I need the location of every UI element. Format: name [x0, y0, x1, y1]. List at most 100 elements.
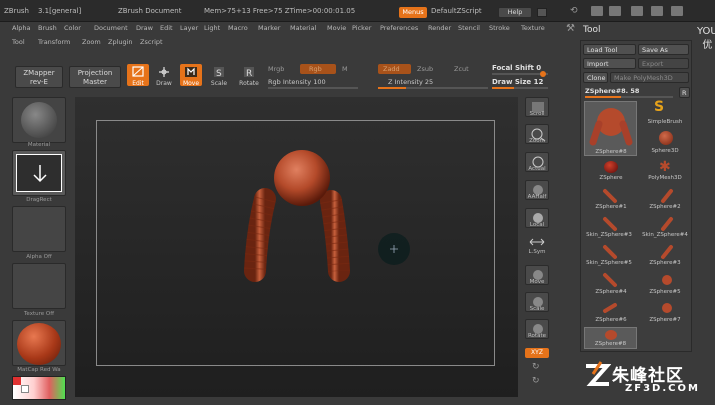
menu-brush[interactable]: Brush	[38, 24, 57, 32]
z-intensity-track[interactable]	[378, 87, 488, 89]
zsphere1-icon[interactable]	[601, 187, 621, 205]
menu-tool[interactable]: Tool	[12, 38, 25, 46]
tool-item-zsphere8[interactable]: ZSphere#8	[584, 327, 637, 349]
menu-marker[interactable]: Marker	[258, 24, 280, 32]
xyz-button[interactable]: XYZ	[525, 348, 549, 358]
maximize-icon[interactable]	[651, 6, 663, 16]
rgb-intensity-track[interactable]	[268, 87, 358, 89]
texture-off-label: Texture Off	[23, 311, 54, 317]
move-icon	[185, 67, 197, 77]
tool-item-label: ZSphere#1	[595, 204, 627, 210]
zsphere6-icon[interactable]	[601, 299, 621, 317]
zsub-toggle[interactable]: Zsub	[417, 65, 433, 73]
menu-picker[interactable]: Picker	[352, 24, 371, 32]
zsphere5-icon[interactable]	[657, 271, 677, 289]
rgb-intensity-slider[interactable]: Rgb Intensity 100	[268, 78, 326, 86]
zsphere3-icon[interactable]	[657, 243, 677, 261]
color-picker[interactable]	[12, 376, 66, 400]
lsym-icon	[529, 238, 545, 246]
menu-macro[interactable]: Macro	[228, 24, 248, 32]
polymesh3d-icon[interactable]: ✱	[659, 159, 671, 175]
m-toggle[interactable]: M	[342, 65, 348, 73]
move-view-label: Move	[529, 279, 545, 285]
z-intensity-slider[interactable]: Z Intensity 25	[388, 78, 433, 86]
document-canvas[interactable]	[96, 120, 495, 366]
tool-menu-icon[interactable]: ⚒	[566, 23, 578, 35]
menu-zoom[interactable]: Zoom	[82, 38, 101, 46]
zsphere7-icon[interactable]	[657, 299, 677, 317]
draw-size-slider[interactable]: Draw Size 12	[492, 78, 543, 86]
draw-size-track[interactable]	[492, 87, 548, 89]
menu-preferences[interactable]: Preferences	[380, 24, 418, 32]
zsphere2-icon[interactable]	[657, 187, 677, 205]
texture-slot[interactable]	[12, 263, 66, 309]
rotate-z-icon[interactable]: ↻	[532, 376, 542, 386]
rgb-toggle[interactable]: Rgb	[300, 64, 336, 74]
zmapper-button[interactable]: ZMapper rev-E	[15, 66, 63, 88]
menu-color[interactable]: Color	[64, 24, 81, 32]
zsphere4-icon[interactable]	[601, 271, 621, 289]
menu-zplugin[interactable]: Zplugin	[108, 38, 133, 46]
reset-button[interactable]: R	[679, 87, 690, 98]
tool-item-label: ZSphere#6	[595, 317, 627, 323]
scale-label: Scale	[210, 80, 228, 87]
zsphere-model	[244, 150, 410, 282]
menu-edit[interactable]: Edit	[160, 24, 173, 32]
menu-render[interactable]: Render	[428, 24, 451, 32]
menu-document[interactable]: Document	[94, 24, 128, 32]
alpha-slot[interactable]	[12, 206, 66, 252]
tool-palette: Load Tool Save As Import Export Clone Ma…	[580, 40, 692, 352]
menu-transform[interactable]: Transform	[38, 38, 70, 46]
current-tool-track[interactable]	[585, 96, 673, 98]
refresh-icon[interactable]: ⟲	[570, 6, 580, 16]
aahalf-label: AAHalf	[527, 194, 547, 200]
menu-zscript[interactable]: Zscript	[140, 38, 163, 46]
zcut-toggle[interactable]: Zcut	[454, 65, 469, 73]
simplebrush-icon[interactable]: S	[654, 99, 664, 115]
menu-stroke[interactable]: Stroke	[489, 24, 510, 32]
layout-icon-2[interactable]	[609, 6, 621, 16]
main-color-swatch[interactable]	[13, 377, 21, 385]
minimize-icon[interactable]	[631, 6, 643, 16]
stroke-preview[interactable]	[12, 150, 66, 196]
menu-draw[interactable]: Draw	[136, 24, 153, 32]
sphere3d-icon[interactable]	[659, 131, 673, 145]
zadd-toggle[interactable]: Zadd	[378, 64, 411, 74]
lsym-button[interactable]	[528, 237, 546, 247]
save-as-button[interactable]: Save As	[638, 44, 689, 55]
clone-button[interactable]: Clone	[583, 72, 608, 83]
menu-stencil[interactable]: Stencil	[458, 24, 480, 32]
close-icon[interactable]	[671, 6, 683, 16]
make-polymesh-button[interactable]: Make PolyMesh3D	[610, 72, 689, 83]
menu-alpha[interactable]: Alpha	[12, 24, 30, 32]
menu-layer[interactable]: Layer	[180, 24, 198, 32]
material-label: Material	[27, 142, 51, 148]
load-tool-button[interactable]: Load Tool	[583, 44, 636, 55]
export-button[interactable]: Export	[638, 58, 689, 69]
skin-zsphere3-icon[interactable]	[601, 215, 621, 233]
tool-item-active[interactable]	[584, 101, 637, 156]
projection-master-button[interactable]: Projection Master	[69, 66, 121, 88]
skin-zsphere4-icon[interactable]	[657, 215, 677, 233]
menu-light[interactable]: Light	[204, 24, 220, 32]
zsphere-icon[interactable]	[604, 161, 618, 173]
focal-shift-track[interactable]	[492, 71, 548, 77]
material-preview[interactable]	[12, 97, 66, 143]
secondary-color-swatch[interactable]	[21, 385, 29, 393]
menu-movie[interactable]: Movie	[327, 24, 346, 32]
skin-zsphere5-icon[interactable]	[601, 243, 621, 261]
menus-button[interactable]: Menus	[399, 7, 427, 18]
import-button[interactable]: Import	[583, 58, 636, 69]
tool-item-label: ZSphere#8	[594, 341, 627, 347]
layout-icon[interactable]	[591, 6, 603, 16]
window-icon[interactable]	[537, 8, 547, 17]
matcap-slot[interactable]	[12, 320, 66, 366]
menu-material[interactable]: Material	[290, 24, 316, 32]
focal-shift-slider[interactable]: Focal Shift 0	[492, 64, 541, 72]
help-button[interactable]: Help	[498, 7, 532, 18]
mrgb-toggle[interactable]: Mrgb	[268, 65, 284, 73]
rotate-y-icon[interactable]: ↻	[532, 362, 542, 372]
default-zscript-button[interactable]: DefaultZScript	[431, 7, 482, 15]
focal-shift-handle[interactable]	[540, 71, 546, 77]
menu-texture[interactable]: Texture	[521, 24, 545, 32]
